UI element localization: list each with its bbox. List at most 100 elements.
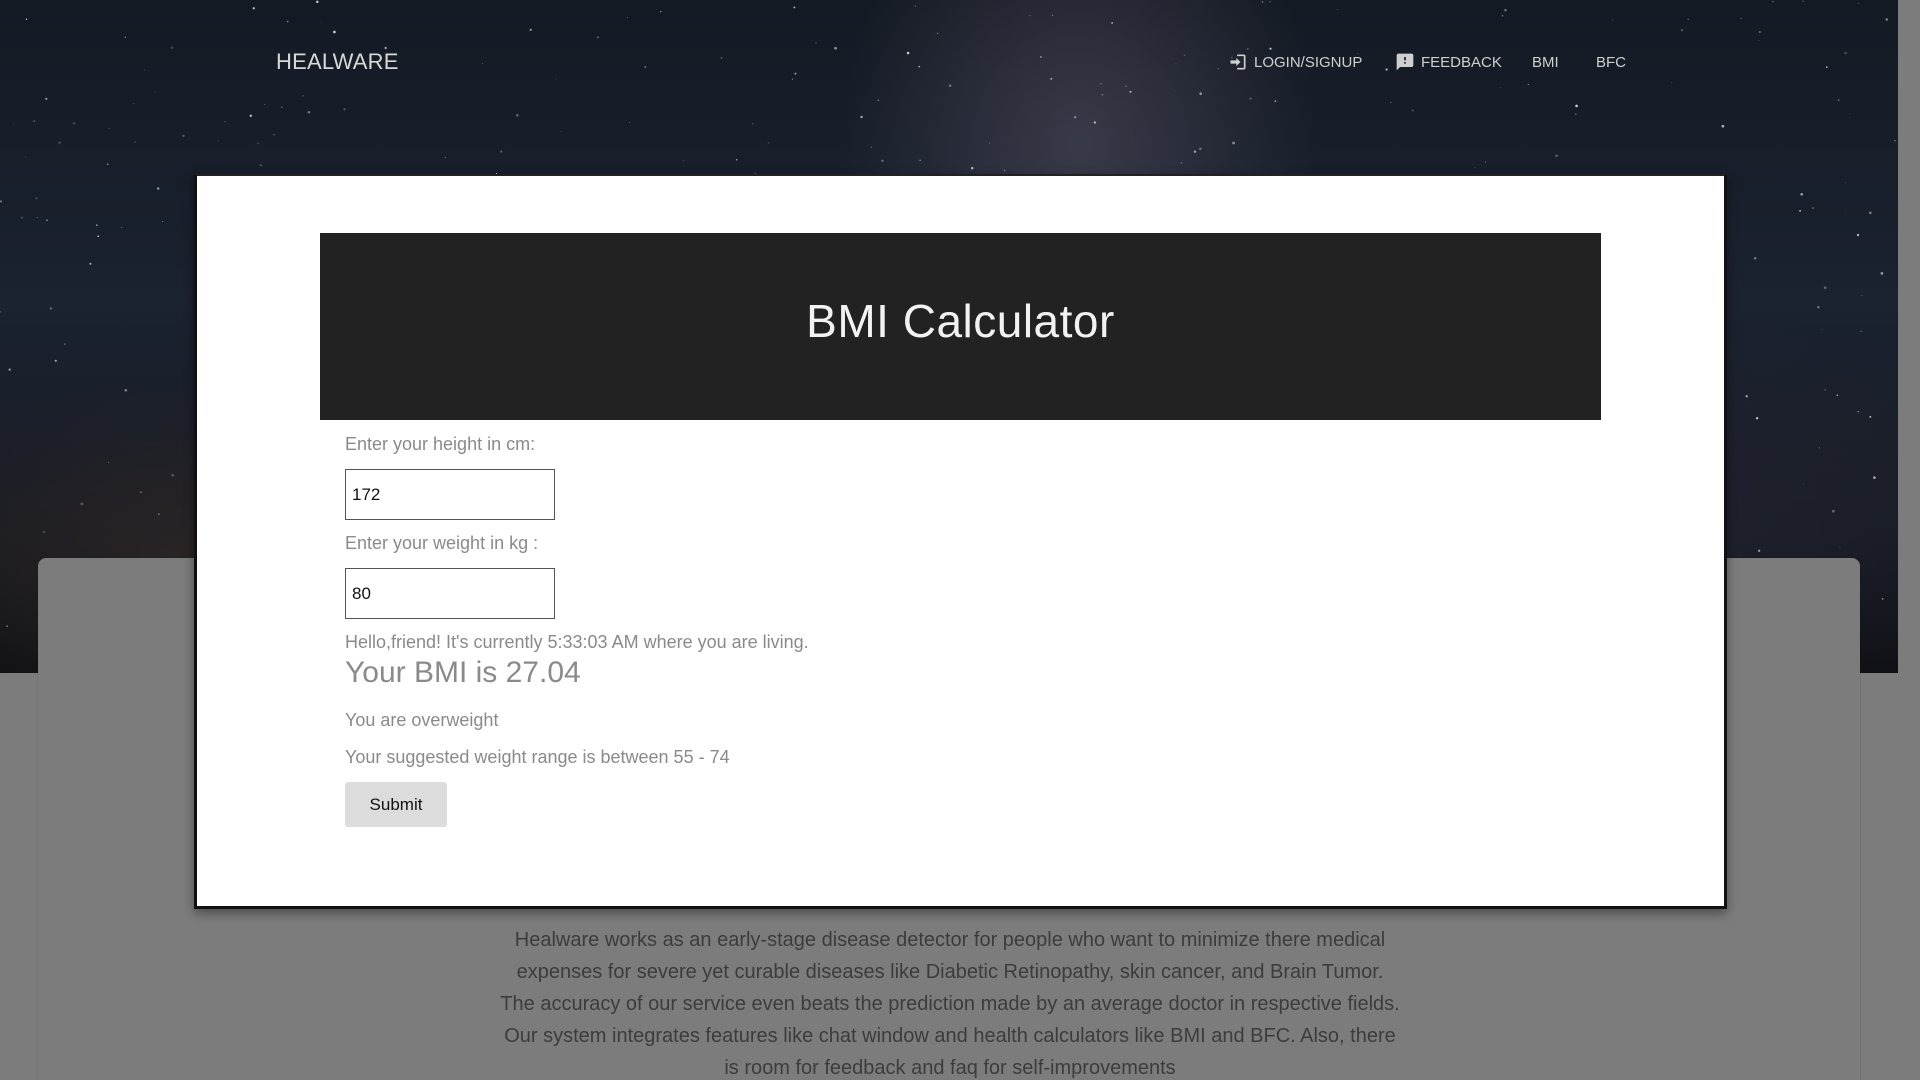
star bbox=[144, 69, 146, 71]
star bbox=[1474, 167, 1476, 169]
star bbox=[46, 219, 48, 222]
star bbox=[1249, 97, 1252, 100]
bmi-status: You are overweight bbox=[345, 710, 499, 730]
star bbox=[45, 97, 48, 100]
star bbox=[8, 368, 11, 371]
star bbox=[25, 18, 28, 20]
star bbox=[1681, 29, 1684, 32]
star bbox=[683, 159, 685, 161]
nav-feedback[interactable]: FEEDBACK bbox=[1395, 50, 1502, 74]
star bbox=[767, 142, 770, 144]
star bbox=[170, 46, 174, 49]
star bbox=[124, 389, 128, 392]
star bbox=[257, 142, 259, 145]
star bbox=[1671, 82, 1673, 84]
submit-button[interactable]: Submit bbox=[345, 782, 447, 827]
star bbox=[157, 187, 160, 190]
star bbox=[1818, 447, 1821, 449]
star bbox=[1129, 90, 1132, 93]
modal-title: BMI Calculator bbox=[806, 294, 1115, 347]
nav-bmi-label: BMI bbox=[1532, 53, 1559, 71]
nav-login-signup[interactable]: LOGIN/SIGNUP bbox=[1228, 50, 1362, 74]
star bbox=[1485, 161, 1487, 163]
weight-range: Your suggested weight range is between 5… bbox=[345, 747, 730, 767]
star bbox=[970, 166, 974, 170]
star bbox=[444, 156, 447, 159]
star bbox=[529, 28, 532, 31]
star bbox=[881, 159, 884, 162]
star bbox=[1555, 154, 1558, 158]
star bbox=[139, 491, 142, 494]
star bbox=[343, 108, 346, 111]
star bbox=[1857, 2, 1859, 4]
star bbox=[106, 163, 109, 166]
star bbox=[302, 95, 304, 97]
star bbox=[64, 343, 66, 346]
star bbox=[1860, 330, 1862, 333]
nav-bfc[interactable]: BFC bbox=[1596, 50, 1626, 74]
star bbox=[1336, 8, 1338, 10]
star bbox=[914, 5, 916, 7]
star bbox=[154, 91, 156, 93]
star bbox=[1217, 68, 1219, 70]
star bbox=[1721, 124, 1725, 128]
star bbox=[1825, 66, 1828, 68]
star bbox=[249, 114, 252, 117]
star bbox=[1501, 14, 1504, 17]
star bbox=[162, 221, 163, 223]
star bbox=[1274, 100, 1277, 103]
star bbox=[1885, 18, 1888, 21]
star bbox=[794, 72, 797, 75]
star bbox=[286, 20, 289, 23]
nav-bmi[interactable]: BMI bbox=[1532, 50, 1559, 74]
star bbox=[555, 78, 557, 80]
star bbox=[35, 197, 38, 200]
star bbox=[13, 123, 15, 125]
star bbox=[134, 141, 136, 143]
scrollbar[interactable] bbox=[1898, 0, 1920, 1080]
bmi-result: Your BMI is 27.04 bbox=[345, 656, 581, 689]
star bbox=[124, 36, 127, 38]
star bbox=[49, 307, 53, 310]
star bbox=[1039, 55, 1042, 58]
star bbox=[1269, 1, 1271, 3]
star bbox=[316, 0, 319, 4]
star bbox=[0, 200, 3, 203]
star bbox=[1880, 272, 1884, 275]
star bbox=[1575, 113, 1577, 115]
star bbox=[133, 102, 135, 104]
login-icon bbox=[1230, 54, 1246, 70]
star bbox=[720, 57, 723, 59]
star bbox=[264, 104, 265, 106]
star bbox=[1755, 417, 1759, 420]
star bbox=[1868, 211, 1872, 215]
star bbox=[1753, 257, 1757, 260]
star bbox=[1845, 209, 1846, 211]
star bbox=[1199, 147, 1202, 151]
star bbox=[1261, 1, 1264, 3]
star bbox=[1894, 140, 1896, 142]
brand-logo[interactable]: HEALWARE bbox=[276, 49, 399, 75]
star bbox=[1869, 415, 1872, 418]
nav-feedback-label: FEEDBACK bbox=[1421, 53, 1502, 71]
star bbox=[1745, 395, 1748, 398]
weight-input[interactable] bbox=[345, 568, 555, 619]
star bbox=[333, 30, 336, 34]
height-input[interactable] bbox=[345, 469, 555, 520]
star bbox=[1758, 549, 1761, 552]
star bbox=[224, 120, 226, 123]
star bbox=[281, 106, 283, 108]
star bbox=[948, 84, 952, 87]
star bbox=[1029, 15, 1031, 17]
star bbox=[89, 262, 92, 265]
star bbox=[860, 115, 863, 119]
star bbox=[1799, 209, 1802, 212]
star bbox=[660, 11, 662, 13]
star bbox=[1837, 99, 1840, 102]
star bbox=[1111, 22, 1113, 24]
star bbox=[918, 65, 921, 68]
page: HEALWARE LOGIN/SIGNUP FEEDBACK BMI BFC H… bbox=[0, 0, 1920, 1080]
star bbox=[158, 513, 160, 515]
star bbox=[1687, 18, 1689, 20]
star bbox=[1100, 83, 1102, 85]
